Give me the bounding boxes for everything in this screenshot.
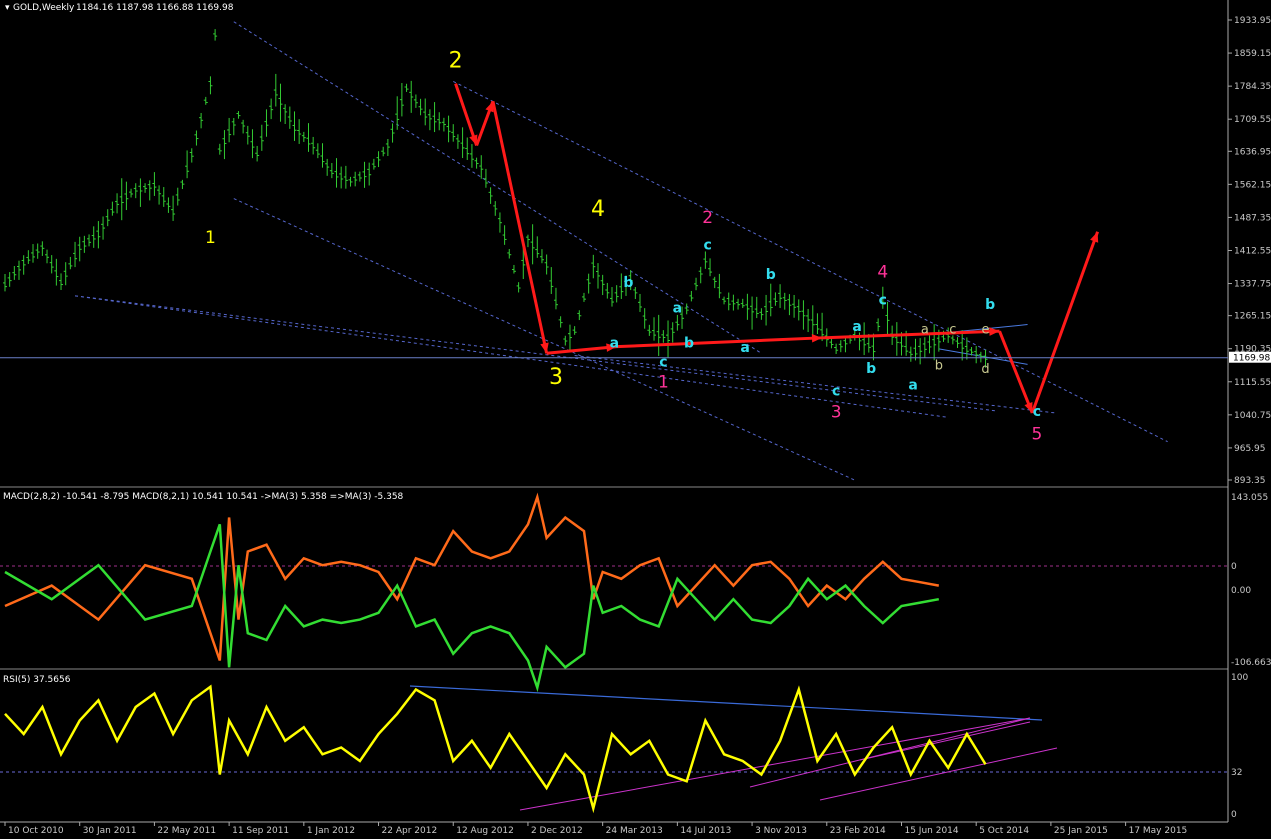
price-trendline	[233, 21, 762, 354]
price-tick-label: 1933.95	[1234, 16, 1271, 26]
rsi-upper-trendline	[409, 685, 1043, 721]
wave-label: c	[704, 237, 712, 253]
rsi-y-0: 0	[1231, 810, 1237, 820]
wave-label: a	[908, 378, 917, 394]
price-tick-label: 1337.75	[1234, 280, 1271, 290]
price-tick-label: 1859.15	[1234, 49, 1271, 59]
wave-arrow-segment	[822, 329, 1000, 340]
wave-label: c	[659, 355, 667, 371]
rsi-trendline	[859, 721, 1031, 761]
date-label: 23 Feb 2014	[830, 826, 886, 836]
date-label: 10 Oct 2010	[8, 826, 64, 836]
wave-label: 2	[449, 48, 463, 73]
macd-header: MACD(2,8,2) -10.541 -8.795 MACD(8,2,1) 1…	[3, 492, 404, 502]
wave-arrow-segment	[1030, 231, 1100, 414]
macd-y-max: 143.055	[1231, 493, 1268, 503]
wave-label: a	[673, 301, 682, 317]
date-label: 30 Jan 2011	[83, 826, 137, 836]
wave-label: d	[981, 362, 989, 377]
macd-y-min: -106.663	[1231, 658, 1271, 668]
rsi-header: RSI(5) 37.5656	[3, 675, 71, 685]
date-label: 24 Mar 2013	[606, 826, 663, 836]
wave-label: a	[610, 336, 619, 352]
rsi-y-100: 100	[1231, 673, 1248, 683]
price-tick-label: 1115.55	[1234, 378, 1271, 388]
wave-arrow-head	[811, 333, 823, 343]
wave-label: b	[866, 361, 876, 377]
date-label: 11 Sep 2011	[232, 826, 289, 836]
wave-label: 2	[702, 208, 713, 228]
symbol-dropdown-icon[interactable]: ▾	[5, 3, 10, 13]
price-tick-label: 1487.35	[1234, 213, 1271, 223]
wave-label: a	[852, 319, 861, 335]
wave-label: b	[935, 359, 943, 374]
wave-label: c	[879, 293, 887, 309]
wave-labels: 21432cbaa b ac1b 4cabc3aa c eb dbc5	[205, 48, 1042, 444]
price-y-axis: 1933.95 1859.15 1784.35 1709.55 1636.95 1562.…	[1228, 16, 1271, 486]
symbol-header: GOLD,Weekly	[13, 3, 75, 13]
rsi-line	[4, 684, 987, 814]
date-label: 25 Jan 2015	[1054, 826, 1108, 836]
price-tick-label: 1040.75	[1234, 411, 1271, 421]
wave-label: b	[623, 275, 633, 291]
price-tick-label: 1784.35	[1234, 82, 1271, 92]
date-label: 17 May 2015	[1129, 826, 1188, 836]
price-tick-label: 1636.95	[1234, 147, 1271, 157]
date-label: 22 May 2011	[157, 826, 216, 836]
wave-arrow-segment	[616, 336, 823, 349]
time-axis: 10 Oct 2010 30 Jan 2011 22 May 2011 11 Sep …	[4, 822, 1188, 836]
wave-arrow-head	[1090, 231, 1099, 243]
rsi-y-32: 32	[1231, 768, 1242, 778]
macd-y-zero2: 0.00	[1231, 586, 1251, 596]
date-label: 14 Jul 2013	[680, 826, 731, 836]
ohlc-readout: 1184.16 1187.98 1166.88 1169.98	[76, 3, 234, 13]
wave-label: b	[684, 336, 694, 352]
macd-green-line	[4, 523, 940, 693]
chart-canvas[interactable]: ▾ GOLD,Weekly 1184.16 1187.98 1166.88 11…	[0, 0, 1271, 839]
wave-arrow-segment	[546, 345, 617, 355]
price-tick-label: 893.35	[1234, 476, 1266, 486]
date-label: 1 Jan 2012	[307, 826, 355, 836]
date-label: 22 Apr 2012	[382, 826, 438, 836]
wave-label: a	[921, 322, 929, 337]
current-price-label: 1169.98	[1233, 354, 1270, 364]
date-label: 15 Jun 2014	[904, 826, 958, 836]
date-label: 5 Oct 2014	[979, 826, 1029, 836]
price-tick-label: 1709.55	[1234, 115, 1271, 125]
wave-label: 1	[205, 228, 216, 248]
wave-label: b	[766, 267, 776, 283]
price-tick-label: 1562.15	[1234, 180, 1271, 190]
wave-label: 5	[1031, 424, 1042, 444]
price-trendline	[74, 295, 995, 412]
wave-label: 3	[549, 365, 563, 390]
macd-orange-line	[4, 492, 940, 661]
elliott-wave-arrows	[454, 83, 1100, 414]
trendlines	[74, 21, 1168, 481]
wave-label: b	[985, 297, 995, 313]
wave-label: 1	[658, 372, 669, 392]
wave-label: e	[982, 322, 990, 337]
wave-label: c	[949, 322, 956, 337]
wave-arrow-segment	[491, 101, 549, 354]
date-label: 3 Nov 2013	[755, 826, 807, 836]
wave-arrow-segment	[998, 330, 1034, 414]
wave-label: 4	[877, 262, 888, 282]
price-bars	[3, 29, 988, 368]
date-label: 12 Aug 2012	[456, 826, 514, 836]
price-tick-label: 965.95	[1234, 444, 1266, 454]
wave-arrow-head	[989, 327, 1000, 336]
wave-label: 4	[591, 197, 605, 222]
wave-label: 3	[831, 402, 842, 422]
macd-y-zero: 0	[1231, 562, 1237, 572]
date-label: 2 Dec 2012	[531, 826, 583, 836]
wave-label: c	[832, 383, 840, 399]
wave-label: c	[1033, 404, 1041, 420]
price-tick-label: 1412.55	[1234, 246, 1271, 256]
wave-label: a	[740, 340, 749, 356]
price-tick-label: 1265.15	[1234, 312, 1271, 322]
